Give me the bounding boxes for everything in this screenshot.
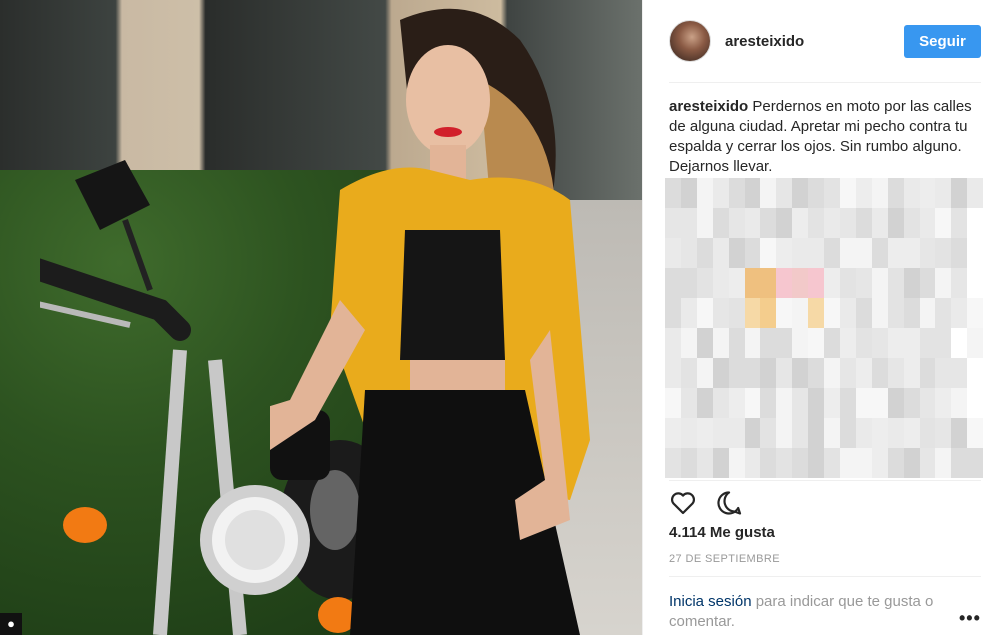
post-sidebar: aresteixido Seguir aresteixido Perdernos… <box>642 0 1000 635</box>
post-photo[interactable]: ● <box>0 0 642 635</box>
login-prompt: Inicia sesión para indicar que te gusta … <box>669 592 959 632</box>
comments-divider <box>669 480 981 481</box>
post-header: aresteixido Seguir <box>669 18 981 64</box>
follow-button[interactable]: Seguir <box>904 24 981 58</box>
heart-icon[interactable] <box>669 489 697 517</box>
woman-image <box>270 8 590 635</box>
login-link[interactable]: Inicia sesión <box>669 593 752 610</box>
caption-username-link[interactable]: aresteixido <box>669 98 748 115</box>
user-icon[interactable]: ● <box>0 613 22 635</box>
post-caption: aresteixido Perdernos en moto por las ca… <box>669 97 981 177</box>
pixelated-comments <box>665 178 983 480</box>
footer-divider <box>669 576 981 577</box>
header-divider <box>669 82 981 83</box>
comment-icon[interactable] <box>715 489 743 517</box>
action-bar <box>669 488 743 518</box>
username-link[interactable]: aresteixido <box>725 33 904 50</box>
more-options-icon[interactable]: ••• <box>959 608 981 629</box>
avatar[interactable] <box>669 20 711 62</box>
post-date[interactable]: 27 DE SEPTIEMBRE <box>669 553 780 565</box>
like-count[interactable]: 4.114 Me gusta <box>669 524 775 541</box>
